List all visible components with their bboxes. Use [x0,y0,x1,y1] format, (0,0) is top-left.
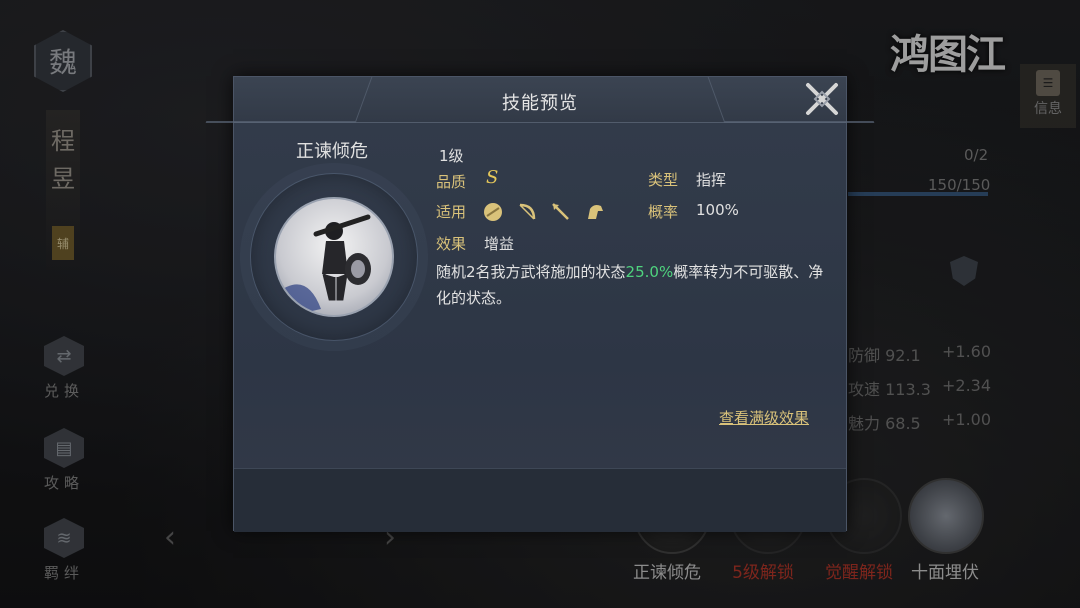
effect-label: 效果 [436,235,467,253]
apply-label: 适用 [436,203,467,221]
desc-highlight: 25.0% [625,263,674,281]
skill-description: 随机2名我方武将施加的状态25.0%概率转为不可驱散、净化的状态。 [436,259,826,311]
shield-unit-icon [482,201,504,223]
spear-unit-icon [550,201,572,223]
close-icon [806,83,838,115]
effect-value: 增益 [484,235,515,253]
skill-level: 1级 [439,147,464,165]
dialog-footer [234,468,846,532]
type-label: 类型 [648,171,679,189]
view-max-effect-link[interactable]: 查看满级效果 [719,407,809,428]
type-value: 指挥 [696,171,727,189]
skill-portrait-icon [274,197,394,317]
apply-unit-icons [482,201,606,223]
skill-name: 正谏倾危 [296,141,368,162]
cavalry-unit-icon [584,201,606,223]
close-button[interactable] [800,79,844,119]
quality-value: S [486,167,499,188]
bow-unit-icon [516,201,538,223]
quality-label: 品质 [436,173,467,191]
dialog-title: 技能预览 [502,93,578,114]
desc-text: 随机2名我方武将施加的状态 [436,263,626,281]
rate-value: 100% [696,201,739,219]
skill-preview-dialog: 技能预览 正谏倾危 1级 品质 S 类型 指挥 适用 概率 100% 效果 增益… [205,76,875,532]
dialog-header: 技能预览 [205,77,875,123]
rate-label: 概率 [648,203,679,221]
dialog-body: 正谏倾危 1级 品质 S 类型 指挥 适用 概率 100% 效果 增益 随机2名… [234,123,846,468]
